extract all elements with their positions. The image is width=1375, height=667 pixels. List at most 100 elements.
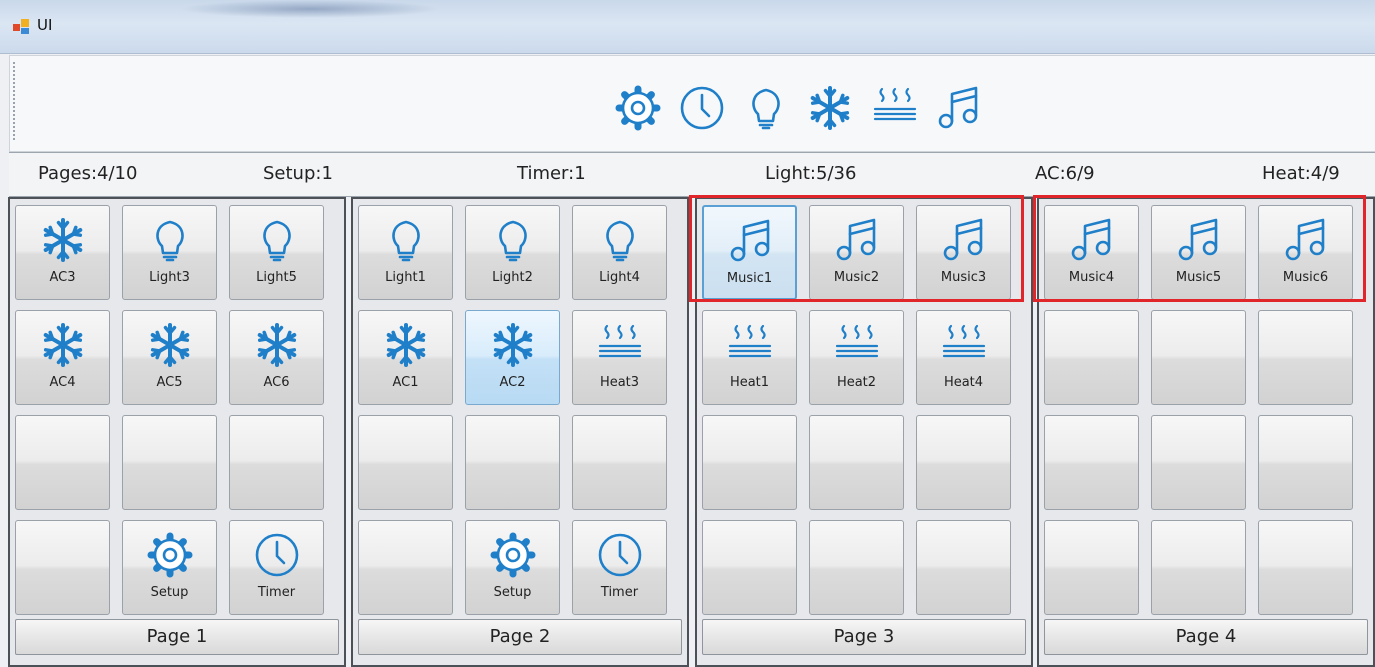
device-button-music3[interactable]: Music3 [916, 205, 1011, 300]
device-label: Heat1 [729, 375, 770, 390]
status-pages: Pages:4/10 [38, 163, 138, 184]
device-button-heat3[interactable]: Heat3 [572, 310, 667, 405]
gear-icon [145, 527, 195, 583]
page-panel-3: Music1 Music2 Music3 Heat1 Heat2 Heat4 Page… [695, 197, 1033, 667]
device-button-heat1[interactable]: Heat1 [702, 310, 797, 405]
device-button-light4[interactable]: Light4 [572, 205, 667, 300]
empty-slot-button[interactable] [572, 415, 667, 510]
gear-icon[interactable] [610, 83, 666, 133]
music-icon[interactable] [931, 83, 987, 133]
empty-slot-button[interactable] [15, 520, 110, 615]
snowflake-icon [381, 317, 431, 373]
device-button-ac5[interactable]: AC5 [122, 310, 217, 405]
device-grid: Music4 Music5 Music6 [1044, 205, 1353, 615]
empty-slot-button[interactable] [1258, 520, 1353, 615]
music-icon [939, 212, 989, 268]
device-label: Music2 [833, 270, 880, 285]
device-button-light2[interactable]: Light2 [465, 205, 560, 300]
empty-slot-button[interactable] [916, 520, 1011, 615]
lightbulb-icon [381, 212, 431, 268]
heat-icon [939, 317, 989, 373]
device-label: Light1 [385, 270, 426, 285]
device-label: Music4 [1068, 270, 1115, 285]
clock-icon [595, 527, 645, 583]
device-button-ac4[interactable]: AC4 [15, 310, 110, 405]
snowflake-icon [38, 212, 88, 268]
empty-slot-button[interactable] [1151, 310, 1246, 405]
device-button-music2[interactable]: Music2 [809, 205, 904, 300]
page-button-4[interactable]: Page 4 [1044, 619, 1368, 655]
empty-slot-button[interactable] [809, 520, 904, 615]
empty-slot-button[interactable] [1044, 310, 1139, 405]
page-button-3[interactable]: Page 3 [702, 619, 1026, 655]
device-button-ac2[interactable]: AC2 [465, 310, 560, 405]
page-button-2[interactable]: Page 2 [358, 619, 682, 655]
lightbulb-icon [488, 212, 538, 268]
lightbulb-icon [595, 212, 645, 268]
device-button-heat2[interactable]: Heat2 [809, 310, 904, 405]
device-button-ac6[interactable]: AC6 [229, 310, 324, 405]
device-button-heat4[interactable]: Heat4 [916, 310, 1011, 405]
empty-slot-button[interactable] [916, 415, 1011, 510]
status-timer: Timer:1 [517, 163, 586, 184]
empty-slot-button[interactable] [122, 415, 217, 510]
empty-slot-button[interactable] [1044, 520, 1139, 615]
lightbulb-icon[interactable] [738, 83, 794, 133]
status-ac: AC:6/9 [1035, 163, 1095, 184]
title-bar-glow [180, 0, 440, 18]
device-label: Setup [150, 585, 189, 600]
title-bar: UI [0, 0, 1375, 54]
device-label: Heat4 [943, 375, 984, 390]
device-button-setup[interactable]: Setup [122, 520, 217, 615]
device-button-timer[interactable]: Timer [229, 520, 324, 615]
device-button-ac3[interactable]: AC3 [15, 205, 110, 300]
empty-slot-button[interactable] [809, 415, 904, 510]
snowflake-icon [252, 317, 302, 373]
music-icon [726, 213, 776, 269]
heat-icon[interactable] [867, 83, 923, 133]
device-button-music4[interactable]: Music4 [1044, 205, 1139, 300]
empty-slot-button[interactable] [702, 415, 797, 510]
empty-slot-button[interactable] [1044, 415, 1139, 510]
device-button-light5[interactable]: Light5 [229, 205, 324, 300]
music-icon [1281, 212, 1331, 268]
clock-icon [252, 527, 302, 583]
lightbulb-icon [145, 212, 195, 268]
empty-slot-button[interactable] [229, 415, 324, 510]
empty-slot-button[interactable] [1258, 415, 1353, 510]
device-button-light3[interactable]: Light3 [122, 205, 217, 300]
music-icon [1174, 212, 1224, 268]
empty-slot-button[interactable] [1258, 310, 1353, 405]
empty-slot-button[interactable] [1151, 415, 1246, 510]
device-button-timer[interactable]: Timer [572, 520, 667, 615]
device-button-light1[interactable]: Light1 [358, 205, 453, 300]
snowflake-icon[interactable] [802, 83, 858, 133]
device-grid: Light1 Light2 Light4 AC1 AC2 Heat3 Setup Timer [358, 205, 667, 615]
toolbar [9, 55, 1375, 152]
device-button-ac1[interactable]: AC1 [358, 310, 453, 405]
device-label: AC3 [49, 270, 76, 285]
device-button-setup[interactable]: Setup [465, 520, 560, 615]
device-button-music5[interactable]: Music5 [1151, 205, 1246, 300]
device-label: Music3 [940, 270, 987, 285]
app-icon [13, 19, 29, 34]
device-grid: AC3 Light3 Light5 AC4 AC5 AC6 Setup Timer [15, 205, 324, 615]
empty-slot-button[interactable] [15, 415, 110, 510]
device-button-music1[interactable]: Music1 [702, 205, 797, 300]
empty-slot-button[interactable] [702, 520, 797, 615]
empty-slot-button[interactable] [1151, 520, 1246, 615]
device-button-music6[interactable]: Music6 [1258, 205, 1353, 300]
clock-icon[interactable] [674, 83, 730, 133]
heat-icon [595, 317, 645, 373]
empty-slot-button[interactable] [358, 415, 453, 510]
device-label: Light5 [256, 270, 297, 285]
lightbulb-icon [252, 212, 302, 268]
page-button-1[interactable]: Page 1 [15, 619, 339, 655]
empty-slot-button[interactable] [358, 520, 453, 615]
device-label: Timer [257, 585, 296, 600]
device-label: Heat2 [836, 375, 877, 390]
page-panel-1: AC3 Light3 Light5 AC4 AC5 AC6 Setup Timer Page 1 [8, 197, 346, 667]
toolbar-grip[interactable] [13, 62, 15, 142]
empty-slot-button[interactable] [465, 415, 560, 510]
heat-icon [725, 317, 775, 373]
